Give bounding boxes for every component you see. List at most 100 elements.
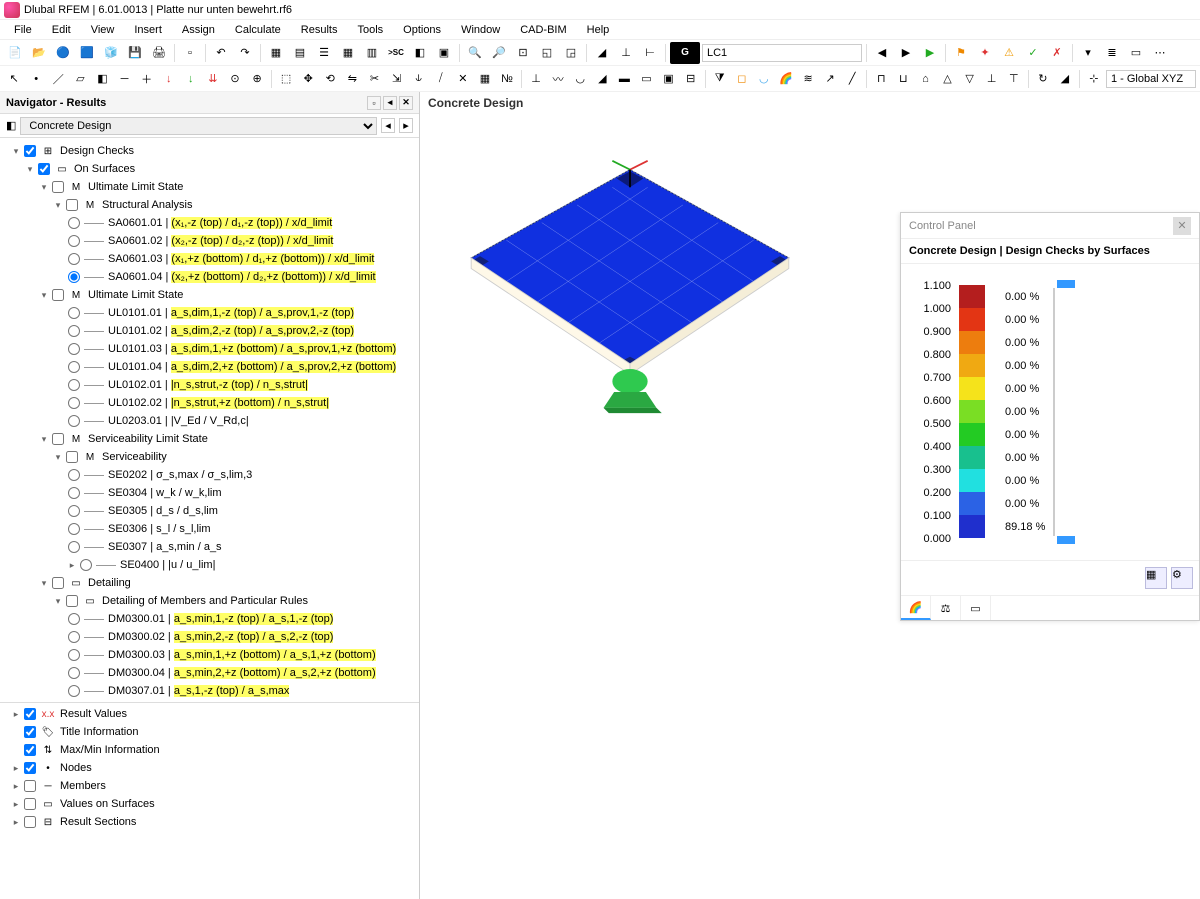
tree-members[interactable]: ▸─Members: [0, 777, 419, 795]
tree-design-checks[interactable]: ▾⊞Design Checks: [0, 142, 419, 160]
point-icon[interactable]: •: [26, 68, 46, 90]
tree-ul-7[interactable]: UL0203.01 | |V_Ed / V_Rd,c|: [0, 412, 419, 430]
palette-icon[interactable]: ▦: [1145, 567, 1167, 589]
cube2-icon[interactable]: ▣: [433, 42, 455, 64]
menu-edit[interactable]: Edit: [42, 24, 81, 36]
section-icon[interactable]: ⊟: [681, 68, 701, 90]
zoom-area-icon[interactable]: 🔎: [488, 42, 510, 64]
tab-color-icon[interactable]: 🌈: [901, 596, 931, 620]
ext-icon[interactable]: ⬚: [276, 68, 296, 90]
grid-icon[interactable]: ▤: [289, 42, 311, 64]
surface-icon[interactable]: ▱: [70, 68, 90, 90]
tree-sa-1[interactable]: SA0601.01 | (x₁,-z (top) / d₁,-z (top)) …: [0, 214, 419, 232]
mesh-icon[interactable]: ▦: [475, 68, 495, 90]
tree-ul-2[interactable]: UL0101.02 | a_s,dim,2,-z (top) / a_s,pro…: [0, 322, 419, 340]
redo-icon[interactable]: ↷: [234, 42, 256, 64]
join-icon[interactable]: ⫝: [409, 68, 429, 90]
menu-file[interactable]: File: [4, 24, 42, 36]
load1-icon[interactable]: ↓: [159, 68, 179, 90]
legend-bottom-handle[interactable]: [1057, 536, 1075, 544]
flag-icon[interactable]: ⚑: [950, 42, 972, 64]
prev-icon[interactable]: ◀: [871, 42, 893, 64]
table-icon[interactable]: ▦: [265, 42, 287, 64]
loadcase-dropdown[interactable]: [702, 44, 862, 62]
nav-left-icon[interactable]: ◂: [381, 118, 395, 133]
tree-se-5[interactable]: SE0307 | a_s,min / a_s: [0, 538, 419, 556]
select-icon[interactable]: ▭: [1125, 42, 1147, 64]
iso-icon[interactable]: ≋: [798, 68, 818, 90]
menu-results[interactable]: Results: [291, 24, 348, 36]
coord-system-dropdown[interactable]: [1106, 70, 1196, 88]
zoom-in-icon[interactable]: 🔍: [464, 42, 486, 64]
settings-icon[interactable]: ⚙: [1171, 567, 1193, 589]
nav-right-icon[interactable]: ▸: [399, 118, 413, 133]
script-icon[interactable]: >SC: [385, 42, 407, 64]
deform-icon[interactable]: 〰: [548, 68, 568, 90]
tree-sa-3[interactable]: SA0601.03 | (x₁,+z (bottom) / d₁,+z (bot…: [0, 250, 419, 268]
fail-icon[interactable]: ✗: [1046, 42, 1068, 64]
menu-options[interactable]: Options: [393, 24, 451, 36]
tree-result-values[interactable]: ▸x.xResult Values: [0, 705, 419, 723]
tree-on-surfaces[interactable]: ▾▭On Surfaces: [0, 160, 419, 178]
slice-icon[interactable]: ◢: [591, 42, 613, 64]
star-icon[interactable]: ✦: [974, 42, 996, 64]
menu-help[interactable]: Help: [577, 24, 620, 36]
break-icon[interactable]: ⧸: [431, 68, 451, 90]
viewport-3d[interactable]: Concrete Design: [420, 92, 1200, 899]
tree-dm-4[interactable]: DM0300.04 | a_s,min,2,+z (bottom) / a_s,…: [0, 664, 419, 682]
prism-icon[interactable]: ◢: [1055, 68, 1075, 90]
rotate-icon[interactable]: ⟲: [320, 68, 340, 90]
del-icon[interactable]: ✕: [453, 68, 473, 90]
refresh-icon[interactable]: ↻: [1033, 68, 1053, 90]
tree-se-6[interactable]: ▸SE0400 | |u / u_lim|: [0, 556, 419, 574]
tree-ul-3[interactable]: UL0101.03 | a_s,dim,1,+z (bottom) / a_s,…: [0, 340, 419, 358]
filter-icon[interactable]: ▾: [1077, 42, 1099, 64]
sup1-icon[interactable]: ⊓: [871, 68, 891, 90]
trim-icon[interactable]: ✂: [364, 68, 384, 90]
tree-title-info[interactable]: 🏷Title Information: [0, 723, 419, 741]
zoom-prev-icon[interactable]: ◱: [536, 42, 558, 64]
next-icon[interactable]: ▶: [895, 42, 917, 64]
sup7-icon[interactable]: ⊤: [1004, 68, 1024, 90]
tree-uls2[interactable]: ▾MUltimate Limit State: [0, 286, 419, 304]
move-icon[interactable]: ✥: [298, 68, 318, 90]
tab-filter-icon[interactable]: ▭: [961, 596, 991, 620]
tree-detailing[interactable]: ▾▭Detailing: [0, 574, 419, 592]
line-icon[interactable]: ／: [48, 68, 68, 90]
shape-icon[interactable]: ◡: [754, 68, 774, 90]
member-icon[interactable]: ─: [114, 68, 134, 90]
nav-close-icon[interactable]: ✕: [399, 96, 413, 110]
tree-serviceability[interactable]: ▾MServiceability: [0, 448, 419, 466]
menu-cadbim[interactable]: CAD-BIM: [510, 24, 576, 36]
tree-se-4[interactable]: SE0306 | s_l / s_l,lim: [0, 520, 419, 538]
snap-icon[interactable]: ⊙: [225, 68, 245, 90]
menu-insert[interactable]: Insert: [124, 24, 172, 36]
nav-pin-icon[interactable]: ▫: [367, 96, 381, 110]
load2-icon[interactable]: ↓: [181, 68, 201, 90]
save-icon[interactable]: 💾: [124, 42, 146, 64]
tree-ul-4[interactable]: UL0101.04 | a_s,dim,2,+z (bottom) / a_s,…: [0, 358, 419, 376]
web-icon[interactable]: 🔵: [52, 42, 74, 64]
renum-icon[interactable]: №: [497, 68, 517, 90]
tree-detailing-rules[interactable]: ▾▭Detailing of Members and Particular Ru…: [0, 592, 419, 610]
g-badge-icon[interactable]: G: [670, 42, 700, 64]
cross-icon[interactable]: ＋: [137, 68, 157, 90]
close-icon[interactable]: ✕: [1173, 217, 1191, 235]
zoom-next-icon[interactable]: ◲: [560, 42, 582, 64]
block-icon[interactable]: 🟦: [76, 42, 98, 64]
menu-tools[interactable]: Tools: [347, 24, 393, 36]
tree-se-3[interactable]: SE0305 | d_s / d_s,lim: [0, 502, 419, 520]
tab-scale-icon[interactable]: ⚖: [931, 596, 961, 620]
menu-view[interactable]: View: [81, 24, 125, 36]
tree-uls1[interactable]: ▾MUltimate Limit State: [0, 178, 419, 196]
zoom-full-icon[interactable]: ⊡: [512, 42, 534, 64]
layers-icon[interactable]: ≣: [1101, 42, 1123, 64]
tree-structural-analysis[interactable]: ▾MStructural Analysis: [0, 196, 419, 214]
menu-window[interactable]: Window: [451, 24, 510, 36]
snap2-icon[interactable]: ⊕: [247, 68, 267, 90]
sup2-icon[interactable]: ⊔: [893, 68, 913, 90]
solid-result-icon[interactable]: ▣: [659, 68, 679, 90]
tree-sls[interactable]: ▾MServiceability Limit State: [0, 430, 419, 448]
tree-dm-2[interactable]: DM0300.02 | a_s,min,2,-z (top) / a_s,2,-…: [0, 628, 419, 646]
navigator-category-dropdown[interactable]: Concrete Design: [20, 117, 377, 135]
